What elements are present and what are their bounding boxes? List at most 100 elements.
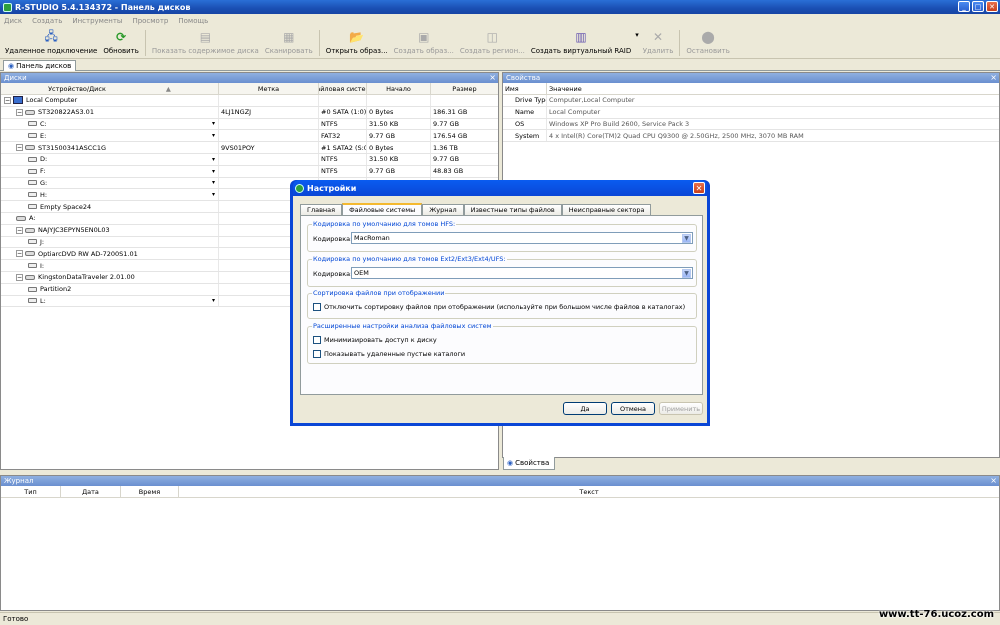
property-row[interactable]: System 4 x Intel(R) Core(TM)2 Quad CPU Q9… <box>503 130 999 143</box>
col-size[interactable]: Размер <box>431 83 498 94</box>
tab-known-file-types[interactable]: Известные типы файлов <box>463 204 562 215</box>
volume-menu-arrow-icon[interactable]: ▾ <box>212 168 215 175</box>
close-button[interactable]: ✕ <box>986 1 998 12</box>
menu-view[interactable]: Просмотр <box>132 17 168 25</box>
col-log-text[interactable]: Текст <box>179 486 999 497</box>
tab-disk-panel[interactable]: ◉ Панель дисков <box>3 60 77 71</box>
menu-disk[interactable]: Диск <box>4 17 22 25</box>
minimize-disk-access-checkbox[interactable]: Минимизировать доступ к диску <box>313 336 437 344</box>
tab-properties[interactable]: ◉ Свойства <box>503 457 555 470</box>
property-value: Windows XP Pro Build 2600, Service Pack … <box>549 119 690 128</box>
disk-icon <box>25 251 35 257</box>
volume-menu-arrow-icon[interactable]: ▾ <box>212 120 215 127</box>
tab-log[interactable]: Журнал <box>422 204 464 215</box>
open-image-icon: 📂 <box>349 30 365 44</box>
volume-menu-arrow-icon[interactable]: ▾ <box>212 156 215 163</box>
disk-name: Empty Space24 <box>40 202 92 211</box>
dialog-title: Настройки <box>307 183 357 193</box>
disk-row[interactable]: C: ▾ NTFS 31.50 KB 9.77 GB <box>1 118 498 131</box>
close-log-panel-icon[interactable]: × <box>990 476 997 486</box>
volume-icon <box>28 192 37 198</box>
show-contents-button[interactable]: ▤ Показать содержимое диска <box>149 27 262 59</box>
tab-general[interactable]: Главная <box>300 204 343 215</box>
volume-menu-arrow-icon[interactable]: ▾ <box>212 297 215 304</box>
cancel-button[interactable]: Отмена <box>611 402 655 415</box>
create-image-button[interactable]: ▣ Создать образ... <box>391 27 457 59</box>
col-log-type[interactable]: Тип <box>1 486 61 497</box>
menu-create[interactable]: Создать <box>32 17 62 25</box>
disk-row[interactable]: − ST31500341ASCC1G 9VS01POY #1 SATA2 (S:0) 0… <box>1 142 498 154</box>
maximize-button[interactable]: □ <box>972 1 984 12</box>
col-prop-value[interactable]: Значение <box>547 83 987 94</box>
ext-encoding-select[interactable]: OEM ▼ <box>351 267 693 279</box>
remote-connect-button[interactable]: 🖧 Удаленное подключение <box>2 27 100 59</box>
checkbox-icon <box>313 350 321 358</box>
scan-button[interactable]: ▦ Сканировать <box>262 27 316 59</box>
disk-label: 9VS01POY <box>219 142 319 153</box>
col-start[interactable]: Начало <box>367 83 431 94</box>
show-deleted-empty-dirs-checkbox[interactable]: Показывать удаленные пустые каталоги <box>313 350 465 358</box>
expand-toggle-icon[interactable]: − <box>16 144 23 152</box>
create-raid-button[interactable]: ▥ Создать виртуальный RAID <box>528 27 634 59</box>
disk-size: 1.36 TB <box>433 143 458 152</box>
chevron-down-icon: ▼ <box>682 234 691 243</box>
volume-menu-arrow-icon[interactable]: ▾ <box>212 132 215 139</box>
close-properties-panel-icon[interactable]: × <box>990 73 997 83</box>
refresh-button[interactable]: ⟳ Обновить <box>100 27 142 59</box>
expand-toggle-icon[interactable]: − <box>4 96 11 104</box>
property-row[interactable]: OS Windows XP Pro Build 2600, Service Pac… <box>503 118 999 131</box>
expand-toggle-icon[interactable]: − <box>16 226 23 234</box>
open-image-button[interactable]: 📂 Открыть образ... <box>323 27 391 59</box>
delete-button[interactable]: ✕ Удалить <box>640 27 677 59</box>
checkbox-icon <box>313 336 321 344</box>
col-label[interactable]: Метка <box>219 83 319 94</box>
disks-column-header: Устройство/Диск▲ Метка Файловая система … <box>1 83 498 95</box>
disk-row[interactable]: − ST320822AS3.01 4LJ1NGZJ #0 SATA (1:0) 0 By… <box>1 106 498 119</box>
scan-icon: ▦ <box>283 30 295 44</box>
dialog-close-button[interactable]: ✕ <box>693 182 705 194</box>
disk-name: ST320822AS3.01 <box>38 108 94 117</box>
expand-toggle-icon[interactable]: − <box>16 273 23 281</box>
stop-button[interactable]: ⬤ Остановить <box>683 27 732 59</box>
window-title: R-STUDIO 5.4.134372 - Панель дисков <box>15 2 191 12</box>
property-name: System <box>503 130 547 142</box>
disable-sort-checkbox[interactable]: Отключить сортировку файлов при отображе… <box>313 303 685 311</box>
menu-help[interactable]: Помощь <box>178 17 208 25</box>
disk-panel-icon: ◉ <box>8 62 15 70</box>
disk-row[interactable]: D: ▾ NTFS 31.50 KB 9.77 GB <box>1 153 498 166</box>
col-device[interactable]: Устройство/Диск ▲ <box>1 83 219 94</box>
disk-row[interactable]: F: ▾ NTFS 9.77 GB 48.83 GB <box>1 165 498 178</box>
tab-file-systems[interactable]: Файловые системы <box>342 203 423 215</box>
disk-row[interactable]: E: ▾ FAT32 9.77 GB 176.54 GB <box>1 130 498 143</box>
disk-label <box>219 165 319 177</box>
disk-size: 186.31 GB <box>433 108 468 117</box>
minimize-button[interactable]: _ <box>958 1 970 12</box>
col-fs[interactable]: Файловая система <box>319 83 367 94</box>
col-log-date[interactable]: Дата <box>61 486 121 497</box>
close-disks-panel-icon[interactable]: × <box>489 73 496 83</box>
hfs-encoding-select[interactable]: MacRoman ▼ <box>351 232 693 244</box>
disk-size: 48.83 GB <box>433 167 464 176</box>
ok-button[interactable]: Да <box>563 402 607 415</box>
disk-fs: FAT32 <box>319 130 367 142</box>
floppy-icon <box>16 215 26 221</box>
tab-bad-sectors[interactable]: Неисправные сектора <box>561 204 652 215</box>
volume-menu-arrow-icon[interactable]: ▾ <box>212 179 215 186</box>
volume-menu-arrow-icon[interactable]: ▾ <box>212 191 215 198</box>
volume-icon <box>28 121 37 127</box>
property-row[interactable]: Name Local Computer <box>503 106 999 119</box>
volume-icon <box>28 239 37 245</box>
create-region-button[interactable]: ◫ Создать регион... <box>457 27 528 59</box>
col-prop-name[interactable]: Имя <box>503 83 547 94</box>
apply-button[interactable]: Применить <box>659 402 703 415</box>
volume-icon <box>28 286 37 292</box>
dialog-tabs: Главная Файловые системы Журнал Известны… <box>300 203 652 215</box>
log-panel-header: Журнал × <box>1 476 999 486</box>
expand-toggle-icon[interactable]: − <box>16 250 23 258</box>
volume-icon <box>28 263 37 269</box>
menu-tools[interactable]: Инструменты <box>72 17 122 25</box>
expand-toggle-icon[interactable]: − <box>16 108 23 116</box>
col-log-time[interactable]: Время <box>121 486 179 497</box>
property-row[interactable]: Drive Type Computer,Local Computer <box>503 95 999 107</box>
disk-row[interactable]: − Local Computer <box>1 95 498 107</box>
